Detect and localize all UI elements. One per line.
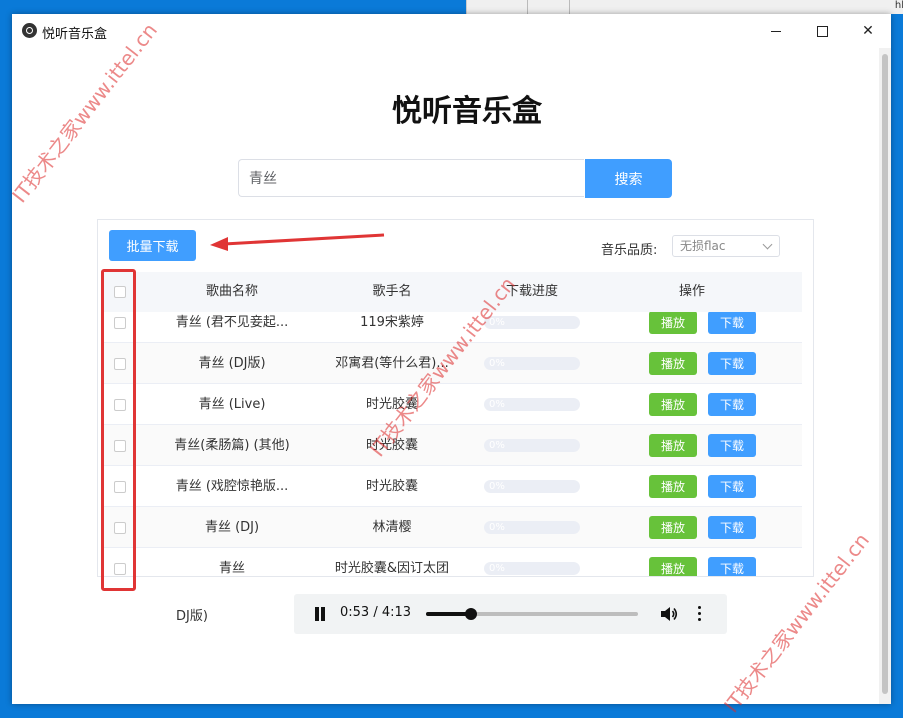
table-row: 青丝(柔肠篇) (其他) 时光胶囊 0% 播放 下载 — [102, 425, 802, 466]
page-title: 悦听音乐盒 — [392, 94, 542, 129]
artist-name: 时光胶囊&因订太团 — [334, 561, 450, 576]
column-header-artist: 歌手名 — [372, 284, 412, 299]
search-button[interactable]: 搜索 — [585, 159, 672, 198]
download-progress: 0% — [484, 562, 580, 575]
table-row: 青丝 (戏腔惊艳版... 时光胶囊 0% 播放 下载 — [102, 466, 802, 507]
volume-icon[interactable] — [660, 606, 678, 622]
download-button[interactable]: 下载 — [708, 434, 756, 457]
song-title: 青丝 (DJ) — [204, 520, 260, 535]
seek-knob[interactable] — [464, 608, 477, 620]
title-bar: 悦听音乐盒 ✕ — [12, 14, 891, 48]
play-button[interactable]: 播放 — [649, 557, 697, 576]
table-body: 青丝 (君不见妾起... 119宋紫婷 0% 播放 下载 青丝 (DJ版) 邓寓… — [102, 312, 802, 576]
background-window-strip: hl — [466, 0, 903, 14]
app-window: 悦听音乐盒 ✕ 悦听音乐盒 搜索 批量下载 音乐品质: 无损flac 歌曲名称 … — [12, 14, 891, 704]
pause-icon[interactable] — [314, 607, 326, 621]
play-button[interactable]: 播放 — [649, 393, 697, 416]
arrow-annotation — [210, 233, 385, 251]
progress-text: 0% — [489, 440, 505, 451]
quality-select[interactable]: 无损flac — [672, 235, 780, 257]
download-progress: 0% — [484, 316, 580, 329]
play-button[interactable]: 播放 — [649, 516, 697, 539]
search-input[interactable] — [238, 159, 584, 197]
download-button[interactable]: 下载 — [708, 393, 756, 416]
progress-text: 0% — [489, 399, 505, 410]
background-window-text: hl — [894, 0, 903, 11]
progress-text: 0% — [489, 358, 505, 369]
more-vertical-icon[interactable] — [698, 606, 702, 622]
table-row: 青丝 (Live) 时光胶囊 0% 播放 下载 — [102, 384, 802, 425]
audio-player: 0:53 / 4:13 — [294, 594, 727, 634]
column-header-actions: 操作 — [678, 284, 705, 299]
progress-text: 0% — [489, 317, 505, 328]
artist-name: 时光胶囊 — [365, 479, 418, 494]
checkbox-column-highlight — [101, 269, 136, 591]
table-row: 青丝 (DJ) 林清樱 0% 播放 下载 — [102, 507, 802, 548]
play-button[interactable]: 播放 — [649, 475, 697, 498]
artist-name: 时光胶囊 — [365, 438, 418, 453]
artist-name: 119宋紫婷 — [360, 315, 424, 330]
chevron-down-icon — [762, 239, 773, 250]
download-button[interactable]: 下载 — [708, 557, 756, 576]
artist-name: 时光胶囊 — [365, 397, 418, 412]
column-header-title: 歌曲名称 — [205, 284, 258, 299]
table-header: 歌曲名称 歌手名 下载进度 操作 — [102, 272, 802, 312]
time-display: 0:53 / 4:13 — [340, 605, 412, 620]
seek-progress — [426, 612, 471, 616]
table-row: 青丝 (君不见妾起... 119宋紫婷 0% 播放 下载 — [102, 312, 802, 343]
results-panel: 批量下载 音乐品质: 无损flac 歌曲名称 歌手名 下载进度 操作 青丝 (君… — [97, 219, 814, 577]
quality-label: 音乐品质: — [601, 243, 658, 258]
table-row: 青丝 时光胶囊&因订太团 0% 播放 下载 — [102, 548, 802, 576]
minimize-button[interactable] — [753, 14, 799, 48]
minimize-icon — [771, 30, 781, 32]
download-button[interactable]: 下载 — [708, 352, 756, 375]
download-progress: 0% — [484, 521, 580, 534]
artist-name: 邓寓君(等什么君)... — [335, 356, 449, 371]
batch-download-button[interactable]: 批量下载 — [109, 230, 196, 261]
song-title: 青丝 (Live) — [198, 397, 266, 412]
divider — [527, 0, 528, 14]
progress-text: 0% — [489, 522, 505, 533]
download-button[interactable]: 下载 — [708, 312, 756, 334]
progress-text: 0% — [489, 563, 505, 574]
download-progress: 0% — [484, 398, 580, 411]
window-scrollbar-thumb[interactable] — [882, 54, 888, 694]
play-button[interactable]: 播放 — [649, 312, 697, 334]
divider — [569, 0, 570, 14]
download-button[interactable]: 下载 — [708, 475, 756, 498]
song-title: 青丝(柔肠篇) (其他) — [174, 438, 290, 453]
maximize-button[interactable] — [799, 14, 845, 48]
quality-value: 无损flac — [680, 239, 726, 253]
download-button[interactable]: 下载 — [708, 516, 756, 539]
table-row: 青丝 (DJ版) 邓寓君(等什么君)... 0% 播放 下载 — [102, 343, 802, 384]
play-button[interactable]: 播放 — [649, 352, 697, 375]
seek-bar[interactable] — [426, 608, 638, 620]
now-playing-title: DJ版) — [176, 609, 208, 624]
song-title: 青丝 (DJ版) — [198, 356, 266, 371]
column-header-progress: 下载进度 — [505, 284, 558, 299]
download-progress: 0% — [484, 357, 580, 370]
download-progress: 0% — [484, 439, 580, 452]
close-button[interactable]: ✕ — [845, 14, 891, 48]
song-title: 青丝 — [218, 561, 245, 576]
app-icon — [22, 23, 37, 38]
artist-name: 林清樱 — [372, 520, 412, 535]
download-progress: 0% — [484, 480, 580, 493]
song-title: 青丝 (君不见妾起... — [175, 315, 289, 330]
song-title: 青丝 (戏腔惊艳版... — [175, 479, 289, 494]
progress-text: 0% — [489, 481, 505, 492]
maximize-icon — [816, 25, 828, 37]
play-button[interactable]: 播放 — [649, 434, 697, 457]
window-title: 悦听音乐盒 — [42, 27, 108, 42]
